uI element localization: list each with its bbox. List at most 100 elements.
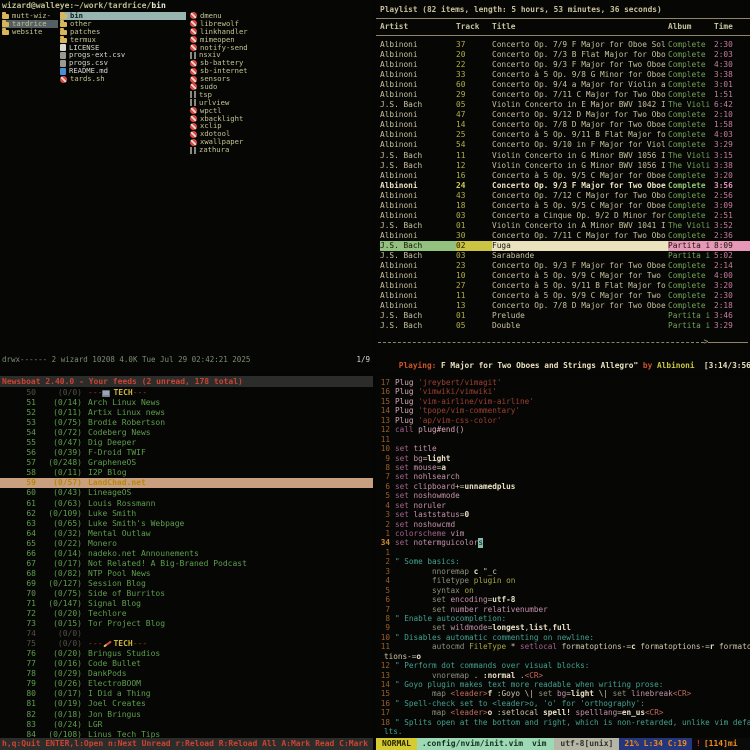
track-row[interactable]: Albinoni27Concerto à 5 Op. 9/11 B Flat M…	[376, 281, 750, 291]
track-progress-bar[interactable]: >	[378, 338, 748, 346]
feed-item[interactable]: 76(0/20)Bringus Studios	[0, 649, 373, 659]
track-row[interactable]: J.S. Bach01Violin Concerto in A Minor BW…	[376, 221, 750, 231]
file-item[interactable]: sudo	[190, 83, 370, 91]
feed-item[interactable]: 61(0/63)Louis Rossmann	[0, 499, 373, 509]
code-line[interactable]: 9set bg=light	[376, 454, 750, 463]
track-row[interactable]: Albinoni03Concerto a Cinque Op. 9/2 D Mi…	[376, 211, 750, 221]
code-line[interactable]: 1colorscheme vim	[376, 529, 750, 538]
code-line[interactable]: 14Plug 'tpope/vim-commentary'	[376, 406, 750, 415]
track-row[interactable]: J.S. Bach01PreludePartita i3:46	[376, 311, 750, 321]
track-row[interactable]: Albinoni10Concerto à 5 Op. 9/9 C Major f…	[376, 271, 750, 281]
track-row[interactable]: Albinoni22Concerto Op. 9/3 F Major for T…	[376, 60, 750, 70]
code-line[interactable]: 17Plug 'jreybert/vimagit'	[376, 378, 750, 387]
dir-item[interactable]: website	[2, 28, 58, 36]
track-row[interactable]: Albinoni24Concerto Op. 9/3 F Major for T…	[376, 181, 750, 191]
file-item[interactable]: sensors	[190, 75, 370, 83]
feed-item[interactable]: 72(0/20)Techlore	[0, 609, 373, 619]
file-item[interactable]: tards.sh	[60, 75, 186, 83]
track-row[interactable]: Albinoni25Concerto à 5 Op. 9/11 B Flat M…	[376, 130, 750, 140]
code-line[interactable]: 2set noshowcmd	[376, 520, 750, 529]
code-line[interactable]: 34set notermguicolors	[376, 538, 750, 547]
feed-item[interactable]: 60(0/43)LineageOS	[0, 488, 373, 498]
code-line[interactable]: 7set nohlsearch	[376, 472, 750, 481]
code-line[interactable]: 14" Goyo plugin makes text more readable…	[376, 680, 750, 689]
track-row[interactable]: Albinoni54Concerto Op. 9/10 in F Major f…	[376, 140, 750, 150]
code-line[interactable]: 13Plug 'ap/vim-css-color'	[376, 416, 750, 425]
code-line[interactable]: 15Plug 'vim-airline/vim-airline'	[376, 397, 750, 406]
feed-separator[interactable]: 50(0/0)---TECH---	[0, 388, 373, 398]
code-line[interactable]: 8set mouse=a	[376, 463, 750, 472]
code-line[interactable]: 2" Some basics:	[376, 557, 750, 566]
code-line[interactable]: 5set noshowmode	[376, 491, 750, 500]
track-row[interactable]: Albinoni14Concerto Op. 7/8 D Major for T…	[376, 120, 750, 130]
code-line[interactable]: 17 map <leader>o :setlocal spell! spelll…	[376, 708, 750, 717]
code-line[interactable]: 12" Perform dot commands over visual blo…	[376, 661, 750, 670]
code-line[interactable]: 7 set number relativenumber	[376, 605, 750, 614]
code-line[interactable]: lts.	[376, 727, 750, 736]
track-row[interactable]: Albinoni23Concerto Op. 9/3 F Major for T…	[376, 261, 750, 271]
code-line[interactable]: 13 vnoremap . :normal .<CR>	[376, 671, 750, 680]
feed-item[interactable]: 53(0/75)Brodie Robertson	[0, 418, 373, 428]
track-row[interactable]: Albinoni37Concerto Op. 7/9 F Major for O…	[376, 40, 750, 50]
code-line[interactable]: 3set laststatus=0	[376, 510, 750, 519]
feed-item[interactable]: 63(0/65)Luke Smith's Webpage	[0, 519, 373, 529]
feed-item[interactable]: 66(0/14)nadeko.net Announements	[0, 549, 373, 559]
track-row[interactable]: Albinoni60Concerto Op. 9/4 a Major for V…	[376, 80, 750, 90]
track-row[interactable]: J.S. Bach03SarabandePartita i5:02	[376, 251, 750, 261]
feed-item[interactable]: 59(0/57)LandChad.net	[0, 478, 373, 488]
feed-item[interactable]: 54(0/72)Codeberg News	[0, 428, 373, 438]
feed-item[interactable]: 73(0/15)Tor Project Blog	[0, 619, 373, 629]
track-row[interactable]: Albinoni20Concerto Op. 7/3 B Flat Major …	[376, 50, 750, 60]
feed-item[interactable]: 70(0/75)Side of Burritos	[0, 589, 373, 599]
code-line[interactable]: 5 syntax on	[376, 586, 750, 595]
feed-item[interactable]: 74(0/0)	[0, 629, 373, 639]
track-row[interactable]: Albinoni29Concerto Op. 7/11 C Major for …	[376, 90, 750, 100]
code-line[interactable]: 6 set encoding=utf-8	[376, 595, 750, 604]
track-row[interactable]: J.S. Bach12Violin Concerto in G Minor BW…	[376, 161, 750, 171]
feed-item[interactable]: 51(0/14)Arch Linux News	[0, 398, 373, 408]
code-line[interactable]: 4set noruler	[376, 501, 750, 510]
track-row[interactable]: Albinoni13Concerto Op. 7/8 D Major for T…	[376, 301, 750, 311]
track-row[interactable]: Albinoni11Concerto à 5 Op. 9/9 C Major f…	[376, 291, 750, 301]
track-row[interactable]: Albinoni47Concerto Op. 9/12 D Major for …	[376, 110, 750, 120]
code-line[interactable]: 11 autocmd FileType * setlocal formatopt…	[376, 642, 750, 651]
feed-item[interactable]: 56(0/39)F-Droid TWIF	[0, 448, 373, 458]
feed-item[interactable]: 52(0/11)Artix Linux news	[0, 408, 373, 418]
code-line[interactable]: 18" Splits open at the bottom and right,…	[376, 718, 750, 727]
code-line[interactable]: 4 filetype plugin on	[376, 576, 750, 585]
feed-item[interactable]: 64(0/32)Mental Outlaw	[0, 529, 373, 539]
code-line[interactable]: 3 nnoremap c "_c	[376, 567, 750, 576]
track-row[interactable]: Albinoni43Concerto Op. 7/12 C Major for …	[376, 191, 750, 201]
track-row[interactable]: J.S. Bach11Violin Concerto in G Minor BW…	[376, 151, 750, 161]
code-line[interactable]: 16" Spell-check set to <leader>o, 'o' fo…	[376, 699, 750, 708]
code-line[interactable]: 1	[376, 548, 750, 557]
feed-separator[interactable]: 75(0/0)---TECH---	[0, 639, 373, 649]
code-line[interactable]: tions-=o	[376, 652, 750, 661]
feed-item[interactable]: 55(0/47)Dig Deeper	[0, 438, 373, 448]
feed-item[interactable]: 81(0/19)Joel Creates	[0, 699, 373, 709]
track-row[interactable]: J.S. Bach02FugaPartita i8:09	[376, 241, 750, 251]
track-row[interactable]: Albinoni16Concerto à 5 Op. 9/5 C Major f…	[376, 171, 750, 181]
track-row[interactable]: J.S. Bach05Violin Concerto in E Major BW…	[376, 100, 750, 110]
feed-item[interactable]: 65(0/22)Monero	[0, 539, 373, 549]
feed-item[interactable]: 69(0/127)Session Blog	[0, 579, 373, 589]
feed-item[interactable]: 58(0/11)I2P Blog	[0, 468, 373, 478]
code-line[interactable]: 11	[376, 435, 750, 444]
code-line[interactable]: 6set clipboard+=unnamedplus	[376, 482, 750, 491]
code-line[interactable]: 8" Enable autocompletion:	[376, 614, 750, 623]
code-line[interactable]: 9 set wildmode=longest,list,full	[376, 623, 750, 632]
feed-item[interactable]: 67(0/17)Not Related! A Big-Braned Podcas…	[0, 559, 373, 569]
feed-item[interactable]: 79(0/26)ElectroBOOM	[0, 679, 373, 689]
file-item[interactable]: zathura	[190, 146, 370, 154]
code-line[interactable]: 16Plug 'vimwiki/vimwiki'	[376, 387, 750, 396]
feed-item[interactable]: 71(0/147)Signal Blog	[0, 599, 373, 609]
feed-item[interactable]: 78(0/29)DankPods	[0, 669, 373, 679]
code-line[interactable]: 10set title	[376, 444, 750, 453]
feed-item[interactable]: 82(0/18)Jon Bringus	[0, 710, 373, 720]
track-row[interactable]: Albinoni18Concerto à 5 Op. 9/5 C Major f…	[376, 201, 750, 211]
track-row[interactable]: Albinoni33Concerto à 5 Op. 9/8 G Minor f…	[376, 70, 750, 80]
code-line[interactable]: 10" Disables automatic commenting on new…	[376, 633, 750, 642]
feed-item[interactable]: 62(0/109)Luke Smith	[0, 509, 373, 519]
code-line[interactable]: 12call plug#end()	[376, 425, 750, 434]
feed-item[interactable]: 57(0/248)GrapheneOS	[0, 458, 373, 468]
